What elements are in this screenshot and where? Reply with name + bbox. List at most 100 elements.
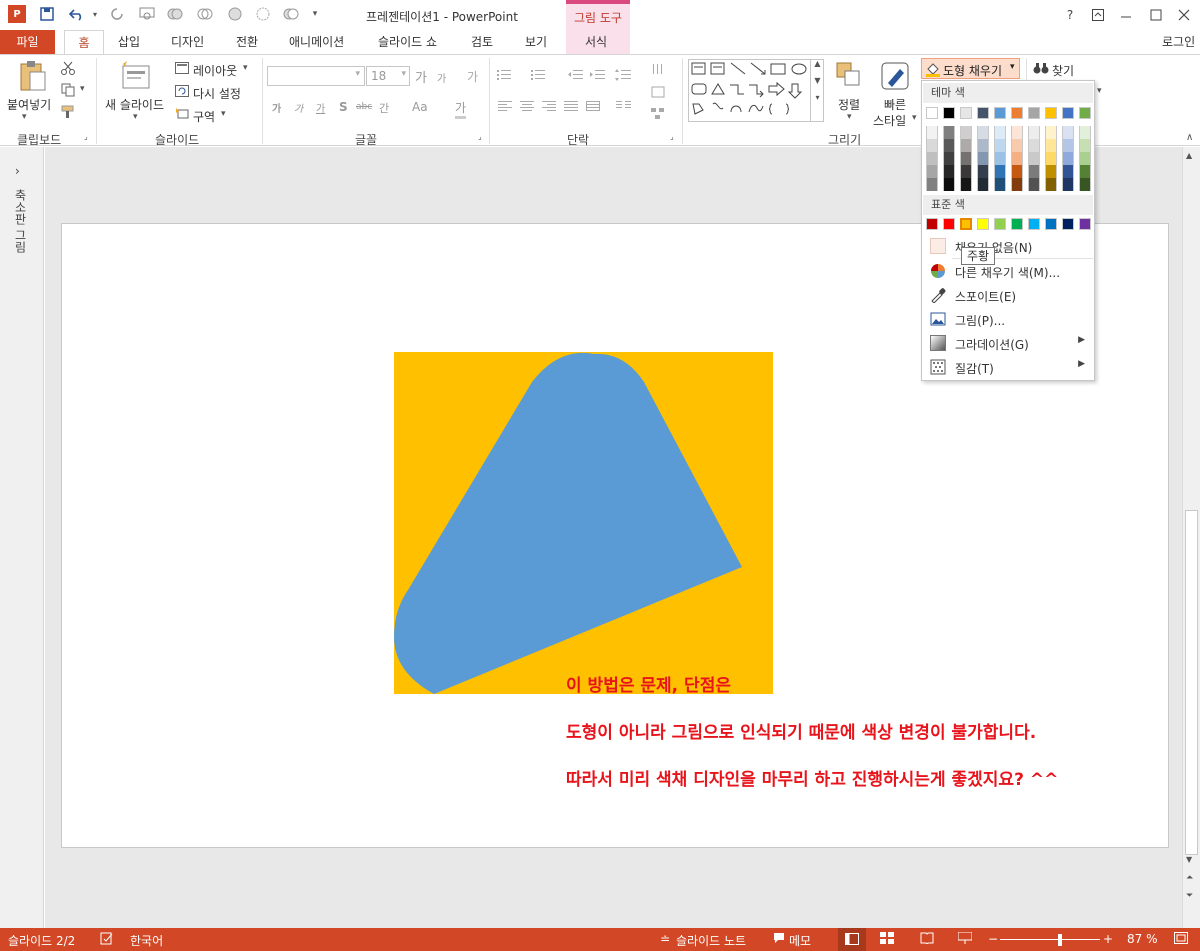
standard-color-swatch[interactable] bbox=[1045, 218, 1057, 230]
theme-shade-swatch[interactable] bbox=[977, 165, 989, 178]
line-spacing-icon[interactable] bbox=[614, 68, 632, 82]
theme-shade-swatch[interactable] bbox=[943, 126, 955, 139]
theme-shade-swatch[interactable] bbox=[960, 152, 972, 165]
theme-shade-swatch[interactable] bbox=[994, 139, 1006, 152]
login-link[interactable]: 로그인 bbox=[1162, 30, 1195, 54]
texture-item[interactable]: 질감(T) ▶ bbox=[923, 356, 1093, 378]
theme-color-swatch[interactable] bbox=[926, 107, 938, 119]
ribbon-display-icon[interactable] bbox=[1088, 5, 1108, 25]
theme-color-swatch[interactable] bbox=[994, 107, 1006, 119]
slideshow-icon[interactable] bbox=[957, 931, 973, 947]
quick-styles-button-line2[interactable]: 스타일 bbox=[873, 112, 906, 129]
theme-shade-swatch[interactable] bbox=[1045, 152, 1057, 165]
theme-shade-swatch[interactable] bbox=[926, 152, 938, 165]
thumbnail-pane-collapsed[interactable]: › 축소판 그림 bbox=[0, 147, 44, 928]
columns-icon[interactable] bbox=[615, 100, 633, 112]
theme-shade-swatch[interactable] bbox=[1062, 152, 1074, 165]
fit-slide-icon[interactable] bbox=[1174, 932, 1188, 947]
scroll-thumb[interactable] bbox=[1185, 510, 1198, 855]
underline-button[interactable]: 가 bbox=[316, 100, 325, 115]
zoom-out-button[interactable]: − bbox=[988, 932, 998, 946]
theme-shade-swatch[interactable] bbox=[1079, 139, 1091, 152]
char-spacing-button[interactable]: 간 bbox=[379, 100, 389, 116]
slide-text-line-1[interactable]: 이 방법은 문제, 단점은 bbox=[566, 671, 731, 696]
copy-dropdown-icon[interactable]: ▾ bbox=[80, 84, 85, 94]
normal-view-button[interactable] bbox=[838, 928, 866, 951]
theme-shade-swatch[interactable] bbox=[994, 165, 1006, 178]
theme-shade-swatch[interactable] bbox=[943, 178, 955, 191]
layout-button[interactable]: 레이아웃 bbox=[193, 62, 237, 79]
standard-color-swatch[interactable] bbox=[977, 218, 989, 230]
customize-qat-icon[interactable]: ▾ bbox=[306, 5, 324, 23]
vertical-scrollbar[interactable]: ▲ ▼ ⏶ ⏷ bbox=[1182, 147, 1200, 928]
theme-shade-swatch[interactable] bbox=[926, 178, 938, 191]
shape-combine-icon[interactable] bbox=[196, 5, 214, 23]
theme-shade-swatch[interactable] bbox=[977, 139, 989, 152]
reading-view-icon[interactable] bbox=[920, 932, 934, 947]
standard-color-swatch[interactable] bbox=[943, 218, 955, 230]
shrink-font-button[interactable]: 가 bbox=[437, 70, 446, 85]
shapes-gallery[interactable] bbox=[688, 59, 824, 122]
tab-review[interactable]: 검토 bbox=[471, 30, 493, 54]
preview-icon[interactable] bbox=[138, 5, 156, 23]
theme-shade-swatch[interactable] bbox=[977, 152, 989, 165]
decrease-indent-icon[interactable] bbox=[568, 68, 584, 82]
binoculars-icon[interactable] bbox=[1033, 61, 1049, 75]
cut-icon[interactable] bbox=[60, 60, 76, 76]
scroll-down-icon[interactable]: ▼ bbox=[1186, 855, 1192, 864]
theme-color-swatch[interactable] bbox=[943, 107, 955, 119]
theme-shade-swatch[interactable] bbox=[1045, 139, 1057, 152]
shape-fill-button[interactable]: 도형 채우기 ▾ bbox=[921, 58, 1020, 79]
theme-shade-swatch[interactable] bbox=[1028, 178, 1040, 191]
theme-shade-swatch[interactable] bbox=[1045, 126, 1057, 139]
theme-shade-swatch[interactable] bbox=[1079, 126, 1091, 139]
maximize-button[interactable] bbox=[1146, 5, 1166, 25]
font-name-combo[interactable]: ▾ bbox=[267, 66, 365, 86]
cropped-picture[interactable] bbox=[394, 352, 773, 694]
theme-shade-swatch[interactable] bbox=[960, 165, 972, 178]
theme-shade-swatch[interactable] bbox=[960, 139, 972, 152]
quick-styles-dropdown-icon[interactable]: ▾ bbox=[912, 113, 917, 123]
quick-styles-button-line1[interactable]: 빠른 bbox=[884, 96, 906, 113]
zoom-slider-thumb[interactable] bbox=[1058, 934, 1062, 946]
clipboard-launcher-icon[interactable]: ⌟ bbox=[84, 132, 88, 141]
slide-text-line-3[interactable]: 따라서 미리 색채 디자인을 마무리 하고 진행하시는게 좋겠지요? ^^ bbox=[566, 765, 1058, 790]
theme-shade-swatch[interactable] bbox=[994, 152, 1006, 165]
theme-color-swatch[interactable] bbox=[1011, 107, 1023, 119]
text-direction-icon[interactable] bbox=[650, 62, 666, 78]
font-size-combo[interactable]: 18 ▾ bbox=[366, 66, 410, 86]
theme-shade-swatch[interactable] bbox=[1062, 178, 1074, 191]
align-left-icon[interactable] bbox=[497, 100, 513, 112]
format-painter-icon[interactable] bbox=[60, 104, 76, 120]
gradient-item[interactable]: 그라데이션(G) ▶ bbox=[923, 332, 1093, 354]
theme-shade-swatch[interactable] bbox=[960, 126, 972, 139]
comments-icon[interactable] bbox=[773, 932, 785, 947]
theme-color-swatch[interactable] bbox=[1062, 107, 1074, 119]
zoom-in-button[interactable]: + bbox=[1103, 932, 1113, 946]
save-icon[interactable] bbox=[38, 5, 56, 23]
shape-union-icon[interactable] bbox=[166, 5, 184, 23]
increase-indent-icon[interactable] bbox=[590, 68, 606, 82]
reset-button[interactable]: 다시 설정 bbox=[193, 85, 241, 102]
slide-text-line-2[interactable]: 도형이 아니라 그림으로 인식되기 때문에 색상 변경이 불가합니다. bbox=[566, 718, 1036, 743]
reset-icon[interactable] bbox=[174, 84, 190, 98]
shapes-gallery-scroll[interactable]: ▲ ▼ ▾ bbox=[810, 59, 824, 122]
font-color-button[interactable]: 가 bbox=[455, 99, 467, 119]
theme-color-swatch[interactable] bbox=[1045, 107, 1057, 119]
layout-dropdown-icon[interactable]: ▾ bbox=[243, 63, 248, 73]
align-right-icon[interactable] bbox=[541, 100, 557, 112]
theme-shade-swatch[interactable] bbox=[1011, 126, 1023, 139]
comments-button[interactable]: 메모 bbox=[789, 932, 811, 949]
theme-shade-swatch[interactable] bbox=[1062, 139, 1074, 152]
help-button[interactable]: ? bbox=[1060, 5, 1080, 25]
paste-dropdown-icon[interactable]: ▾ bbox=[22, 112, 27, 122]
standard-color-swatch[interactable] bbox=[960, 218, 972, 230]
theme-shade-swatch[interactable] bbox=[1062, 126, 1074, 139]
theme-shade-swatch[interactable] bbox=[1028, 165, 1040, 178]
eyedropper-item[interactable]: 스포이트(E) bbox=[923, 284, 1093, 306]
section-button[interactable]: 구역 bbox=[193, 108, 215, 125]
replace-dropdown-icon[interactable]: ▾ bbox=[1097, 86, 1102, 96]
standard-color-swatch[interactable] bbox=[1079, 218, 1091, 230]
theme-shade-swatch[interactable] bbox=[994, 178, 1006, 191]
theme-shade-swatch[interactable] bbox=[1011, 152, 1023, 165]
